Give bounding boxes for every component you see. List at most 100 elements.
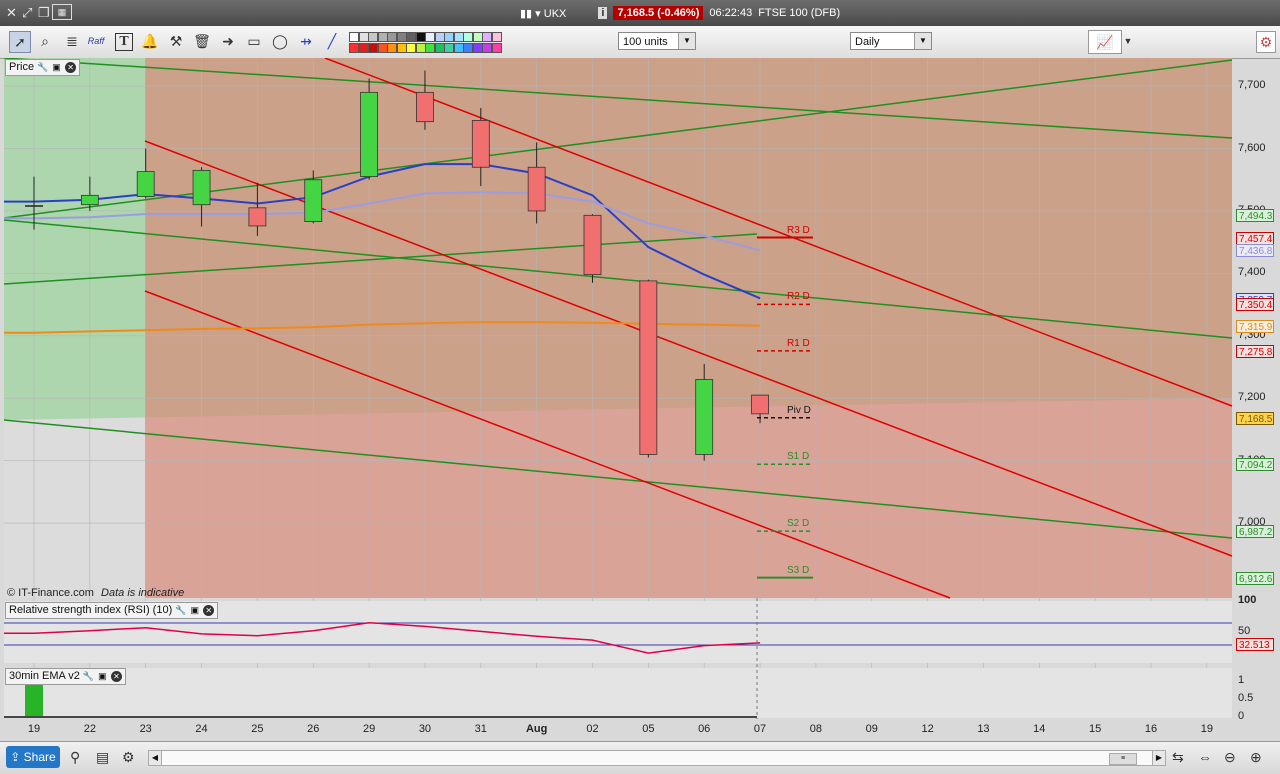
color-swatch[interactable] (444, 32, 454, 42)
pivot-label: S3 D (787, 564, 810, 576)
color-swatch[interactable] (349, 43, 359, 53)
color-swatch[interactable] (434, 43, 445, 53)
maximize-icon[interactable]: ▣ (189, 605, 200, 616)
close-panel-icon[interactable]: ✕ (65, 62, 77, 73)
color-swatch[interactable] (472, 43, 483, 53)
instrument-selector[interactable]: ▮▮ ▾ UKX (520, 7, 566, 20)
zoom-tool[interactable]: ⌕ (35, 31, 55, 51)
color-swatch[interactable] (377, 32, 388, 42)
compress-icon[interactable]: ⇔ (1198, 749, 1212, 765)
settings-icon[interactable]: ⚙ (1256, 31, 1276, 53)
info-icon[interactable]: i (598, 7, 608, 19)
clock: 06:22:43 (709, 7, 753, 19)
units-value: 100 units (623, 36, 668, 48)
maximize-icon[interactable]: ▣ (97, 671, 108, 682)
wrench-icon[interactable]: 🔧 (83, 671, 94, 682)
price-tag: 6,987.2 (1236, 525, 1274, 539)
ema-axis-tick: 0 (1238, 710, 1245, 722)
horizontal-line-tool[interactable]: ⇸ (296, 31, 316, 51)
candle-body (471, 120, 490, 168)
color-swatch[interactable] (491, 32, 502, 42)
color-swatch[interactable] (358, 43, 369, 53)
share-button[interactable]: ⇪ Share (6, 746, 60, 768)
zoom-in-icon[interactable]: ⊕ (1250, 749, 1262, 766)
color-swatch[interactable] (368, 32, 378, 42)
color-swatch[interactable] (358, 32, 369, 42)
trend-line-tool[interactable]: ╱ (322, 31, 342, 51)
color-swatch[interactable] (453, 32, 464, 42)
color-swatch[interactable] (368, 43, 378, 53)
color-swatch[interactable] (415, 32, 426, 42)
wrench-icon[interactable]: 🔧 (37, 62, 48, 73)
color-swatch[interactable] (472, 32, 483, 42)
color-swatch[interactable] (444, 43, 454, 53)
raff-channel-tool[interactable]: Raff (86, 31, 106, 51)
tools-icon[interactable]: ⚙ (122, 749, 135, 766)
price-tag: 7,168.5 (1236, 411, 1274, 425)
ema-bar (25, 683, 43, 716)
color-swatch[interactable] (406, 43, 416, 53)
date-tick: 02 (586, 723, 599, 735)
arrow-right-icon[interactable]: ➜ (218, 31, 238, 51)
time-scrollbar[interactable]: ◀ ≡ ▶ (148, 750, 1166, 766)
price-chart[interactable] (0, 58, 1280, 741)
ema-plot-background (4, 668, 1232, 718)
color-swatch[interactable] (425, 43, 435, 53)
fit-icon[interactable]: ⇆ (1172, 749, 1184, 766)
color-swatch[interactable] (463, 43, 473, 53)
color-swatch[interactable] (482, 32, 492, 42)
search-icon[interactable]: ⚲ (70, 749, 80, 766)
alert-bell-icon[interactable]: 🔔 (140, 31, 160, 51)
text-tool[interactable]: T (115, 33, 133, 51)
trash-icon[interactable]: 🗑 (192, 31, 212, 51)
layout-icon[interactable]: ▤ (96, 749, 109, 766)
candle-body (527, 166, 546, 212)
close-icon[interactable]: ✕ (6, 5, 17, 21)
color-swatch[interactable] (377, 43, 388, 53)
close-panel-icon[interactable]: ✕ (110, 671, 122, 682)
ema-axis-tick: 0.5 (1238, 692, 1254, 704)
color-swatch[interactable] (349, 32, 359, 42)
ellipse-tool[interactable]: ◯ (270, 31, 290, 51)
color-swatch[interactable] (482, 43, 492, 53)
pointer-tool[interactable]: ➚ (9, 31, 31, 53)
keyboard-icon[interactable]: ▦ (52, 4, 72, 20)
color-swatch[interactable] (425, 32, 435, 42)
date-tick: 16 (1144, 723, 1158, 735)
indicators-icon[interactable]: 📈 (1088, 30, 1122, 54)
interval-value: Daily (855, 36, 880, 48)
color-swatch[interactable] (396, 32, 407, 42)
color-swatch[interactable] (453, 43, 464, 53)
color-swatch[interactable] (434, 32, 445, 42)
scroll-right-icon[interactable]: ▶ (1152, 751, 1165, 765)
candle-body (136, 171, 155, 197)
color-swatch[interactable] (387, 32, 397, 42)
tools-icon[interactable]: ⚒ (166, 31, 186, 51)
color-swatch[interactable] (396, 43, 407, 53)
units-select[interactable]: 100 units ▼ (618, 32, 696, 50)
color-swatch[interactable] (406, 32, 416, 42)
close-panel-icon[interactable]: ✕ (203, 605, 215, 616)
date-tick: Aug (525, 723, 548, 735)
color-swatch[interactable] (463, 32, 473, 42)
interval-select[interactable]: Daily ▼ (850, 32, 932, 50)
scroll-left-icon[interactable]: ◀ (149, 751, 162, 765)
rectangle-tool[interactable]: ▭ (244, 31, 264, 51)
wrench-icon[interactable]: 🔧 (175, 605, 186, 616)
scroll-thumb[interactable]: ≡ (1109, 753, 1137, 765)
resize-icon[interactable]: ⤢ (22, 5, 32, 21)
price-axis-tick: 7,600 (1238, 141, 1266, 154)
color-swatch[interactable] (491, 43, 502, 53)
fibonacci-tool[interactable]: ≣ (62, 31, 82, 51)
date-tick: 29 (362, 723, 376, 735)
date-tick: 25 (251, 723, 264, 735)
color-swatch[interactable] (387, 43, 397, 53)
maximize-icon[interactable]: ▣ (51, 62, 62, 73)
zoom-out-icon[interactable]: ⊖ (1224, 749, 1236, 766)
color-swatch[interactable] (415, 43, 426, 53)
restore-icon[interactable]: ❐ (38, 5, 50, 21)
chevron-down-icon[interactable]: ▼ (1122, 31, 1134, 51)
date-tick: 08 (809, 723, 823, 735)
candle-body (416, 91, 434, 123)
price-tag: 7,315.9 (1236, 319, 1274, 333)
